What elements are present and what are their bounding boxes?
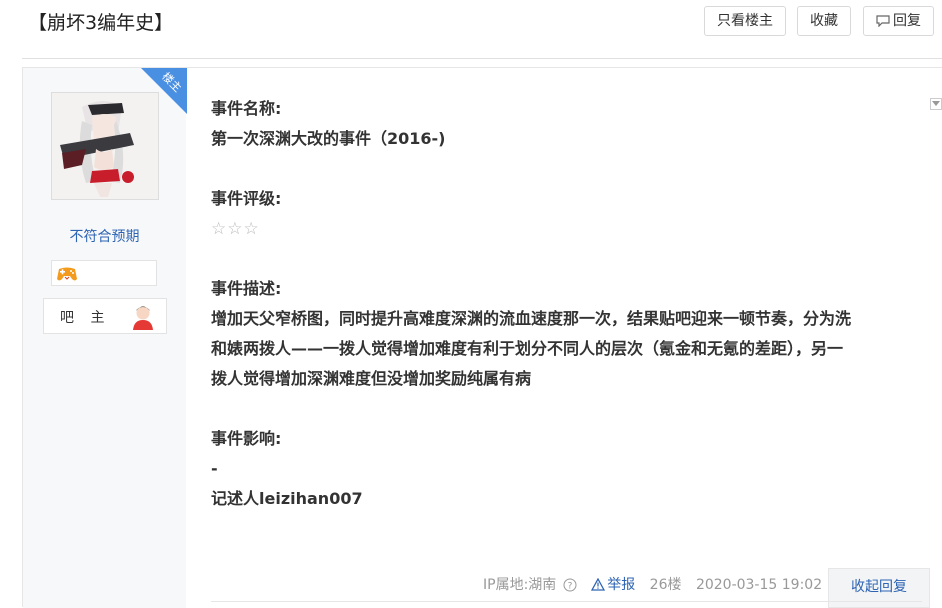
author-column: 楼主 不符合预期 吧 主 xyxy=(23,68,187,608)
reply-icon xyxy=(876,15,890,27)
warning-icon xyxy=(591,577,606,591)
report-link[interactable]: 举报 xyxy=(591,571,635,599)
user-avatar-icon xyxy=(133,306,153,330)
post-floor: 楼主 不符合预期 吧 主 事件名称: 第一次深渊大改的事件（2016-) 事件评… xyxy=(22,67,942,608)
thread-title: 【崩坏3编年史】 xyxy=(28,12,174,34)
event-desc-line: 拨人觉得增加深渊难度但没增加奖励纯属有病 xyxy=(211,369,532,388)
event-impact-value: - xyxy=(211,459,218,478)
event-name-value: 第一次深渊大改的事件（2016-) xyxy=(211,129,446,148)
recorder-signature: 记述人leizihan007 xyxy=(211,489,363,508)
event-name-label: 事件名称: xyxy=(211,99,282,118)
gamepad-badge-icon xyxy=(57,267,77,281)
event-desc-label: 事件描述: xyxy=(211,279,282,298)
role-badge[interactable]: 吧 主 xyxy=(43,298,167,334)
event-impact-label: 事件影响: xyxy=(211,429,282,448)
author-corner-badge: 楼主 xyxy=(141,68,187,114)
reply-button[interactable]: 回复 xyxy=(863,6,934,36)
post-tail: IP属地:湖南 ? 举报 26楼 2020-03-15 19:02 xyxy=(483,571,822,599)
author-username[interactable]: 不符合预期 xyxy=(23,226,186,246)
event-desc-line: 增加天父窄桥图，同时提升高难度深渊的流血速度那一次，结果贴吧迎来一顿节奏，分为洗 xyxy=(211,309,852,328)
level-badge[interactable] xyxy=(51,260,157,286)
event-rating-stars: ☆☆☆ xyxy=(211,219,260,239)
event-desc-line: 和婊两拨人——一拨人觉得增加难度有利于划分不同人的层次（氪金和无氪的差距），另一 xyxy=(211,339,844,358)
reply-label: 回复 xyxy=(893,13,921,29)
report-label: 举报 xyxy=(607,577,636,593)
header-divider xyxy=(22,58,942,59)
event-rating-label: 事件评级: xyxy=(211,189,282,208)
ip-location: IP属地:湖南 xyxy=(483,577,557,593)
collapse-replies-button[interactable]: 收起回复 xyxy=(828,568,930,608)
svg-text:?: ? xyxy=(567,582,572,592)
favorite-button[interactable]: 收藏 xyxy=(797,6,851,36)
help-icon[interactable]: ? xyxy=(563,578,577,592)
only-author-button[interactable]: 只看楼主 xyxy=(704,6,786,36)
floor-number: 26楼 xyxy=(649,577,682,593)
role-label: 吧 主 xyxy=(60,310,111,326)
post-time: 2020-03-15 19:02 xyxy=(695,577,823,593)
post-bottom-divider xyxy=(211,601,922,602)
post-content: 事件名称: 第一次深渊大改的事件（2016-) 事件评级: ☆☆☆ 事件描述: … xyxy=(211,94,941,514)
